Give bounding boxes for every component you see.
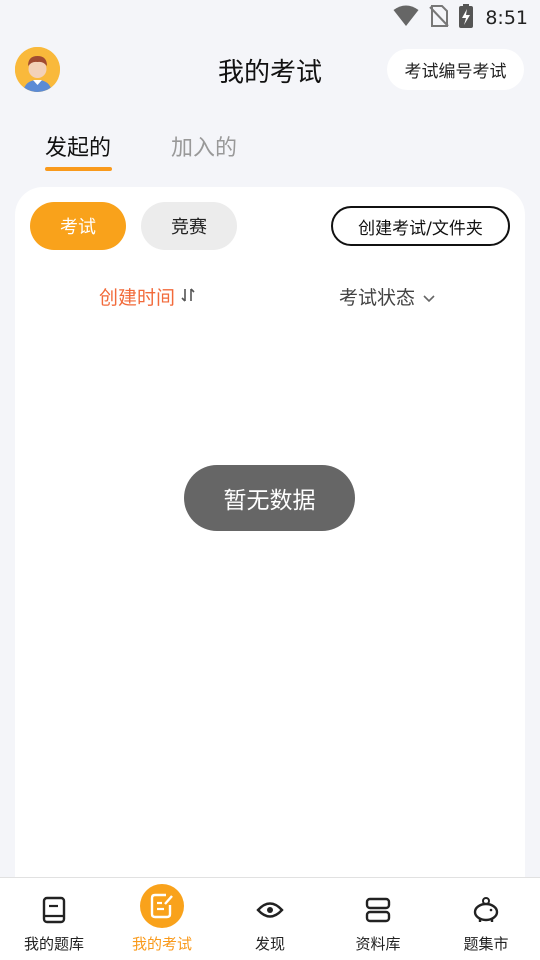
battery-charging-icon <box>459 4 474 32</box>
nav-item-my-exams[interactable]: 我的考试 <box>108 878 216 960</box>
wifi-icon <box>393 5 419 31</box>
piggy-bank-icon <box>464 888 508 932</box>
create-exam-folder-button[interactable]: 创建考试/文件夹 <box>331 206 510 246</box>
exam-status-label: 考试状态 <box>339 287 416 309</box>
active-tab-indicator <box>45 167 112 171</box>
chevron-down-icon <box>423 286 435 308</box>
nav-item-question-bank[interactable]: 我的题库 <box>0 878 108 960</box>
exam-list-card: 考试 竞赛 创建考试/文件夹 创建时间 考试状态 暂无数据 <box>15 187 525 887</box>
tab-joined[interactable]: 加入的 <box>171 130 237 162</box>
filter-contest-button[interactable]: 竞赛 <box>141 202 237 250</box>
exam-code-exam-button[interactable]: 考试编号考试 <box>387 49 524 90</box>
exam-status-filter[interactable]: 考试状态 <box>339 283 435 310</box>
sort-arrows-icon <box>181 286 195 308</box>
status-bar: 8:51 <box>0 0 540 36</box>
no-sim-icon <box>429 5 450 31</box>
empty-data-toast: 暂无数据 <box>184 465 355 531</box>
book-icon <box>32 888 76 932</box>
nav-item-discover[interactable]: 发现 <box>216 878 324 960</box>
nav-item-question-market[interactable]: 题集市 <box>432 878 540 960</box>
stacked-books-icon <box>356 888 400 932</box>
nav-label: 资料库 <box>355 935 401 953</box>
tab-started[interactable]: 发起的 <box>45 130 111 162</box>
status-icons: 8:51 <box>393 4 528 32</box>
sort-created-time-label: 创建时间 <box>99 287 176 309</box>
sort-created-time[interactable]: 创建时间 <box>99 283 195 310</box>
eye-icon <box>248 888 292 932</box>
status-time: 8:51 <box>485 7 528 29</box>
nav-label: 我的题库 <box>23 935 84 953</box>
filter-exam-button[interactable]: 考试 <box>30 202 126 250</box>
nav-label: 发现 <box>254 935 285 953</box>
sort-row: 创建时间 考试状态 <box>15 283 525 313</box>
avatar[interactable] <box>15 47 60 92</box>
nav-label: 我的考试 <box>131 935 192 953</box>
nav-label: 题集市 <box>463 935 509 953</box>
bottom-nav: 我的题库 我的考试 发现 资料库 题集市 <box>0 877 540 960</box>
nav-item-library[interactable]: 资料库 <box>324 878 432 960</box>
exam-edit-icon <box>140 884 184 928</box>
